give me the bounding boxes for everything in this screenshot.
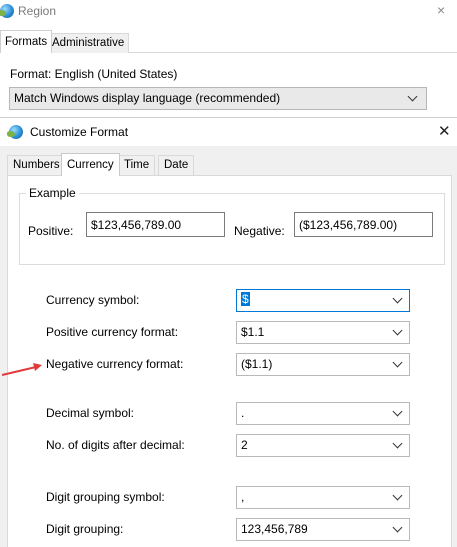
positive-example-value: $123,456,789.00 <box>91 218 182 232</box>
digit-grouping-label: Digit grouping: <box>46 522 124 536</box>
negative-currency-format-value: ($1.1) <box>241 357 273 371</box>
positive-currency-format-select[interactable]: $1.1 <box>236 321 410 344</box>
example-legend: Example <box>26 186 79 200</box>
region-window: Region × Formats Administrative Format: … <box>0 0 457 120</box>
chevron-down-icon <box>392 438 403 449</box>
annotation-arrow-icon <box>1 363 42 376</box>
chevron-down-icon <box>392 325 403 336</box>
currency-symbol-value: $ <box>241 292 250 306</box>
decimal-symbol-label: Decimal symbol: <box>46 406 135 420</box>
positive-label: Positive: <box>28 224 74 238</box>
chevron-down-icon <box>392 293 403 304</box>
chevron-down-icon <box>407 91 418 102</box>
region-close-button[interactable]: × <box>437 2 445 18</box>
positive-currency-format-value: $1.1 <box>241 325 265 339</box>
digit-grouping-symbol-value: , <box>241 490 245 504</box>
negative-currency-format-label: Negative currency format: <box>46 357 184 371</box>
currency-tab-panel: Example Positive: $123,456,789.00 Negati… <box>7 175 452 547</box>
chevron-down-icon <box>392 490 403 501</box>
close-button[interactable]: ✕ <box>438 122 451 140</box>
decimal-symbol-select[interactable]: . <box>236 402 410 425</box>
currency-symbol-label: Currency symbol: <box>46 293 140 307</box>
chevron-down-icon <box>392 406 403 417</box>
tab-numbers[interactable]: Numbers <box>7 155 66 175</box>
tab-date[interactable]: Date <box>158 155 195 175</box>
customize-format-dialog: Customize Format ✕ Numbers Currency Time… <box>0 117 457 547</box>
digit-grouping-value: 123,456,789 <box>241 522 308 536</box>
digits-after-decimal-value: 2 <box>241 438 248 452</box>
chevron-down-icon <box>392 522 403 533</box>
currency-symbol-select[interactable]: $ <box>236 289 410 312</box>
example-groupbox: Example Positive: $123,456,789.00 Negati… <box>19 186 445 265</box>
decimal-symbol-value: . <box>241 406 245 420</box>
positive-currency-format-label: Positive currency format: <box>46 325 179 339</box>
tab-time[interactable]: Time <box>118 155 156 175</box>
tab-formats[interactable]: Formats <box>0 30 53 53</box>
language-select[interactable]: Match Windows display language (recommen… <box>9 87 427 110</box>
digits-after-decimal-label: No. of digits after decimal: <box>46 438 185 452</box>
positive-example-field: $123,456,789.00 <box>86 212 225 237</box>
negative-example-field: ($123,456,789.00) <box>294 212 433 237</box>
region-titlebar: Region × <box>0 0 457 24</box>
tab-administrative[interactable]: Administrative <box>47 33 130 53</box>
digit-grouping-symbol-label: Digit grouping symbol: <box>46 490 165 504</box>
language-select-value: Match Windows display language (recommen… <box>14 91 281 105</box>
negative-currency-format-select[interactable]: ($1.1) <box>236 353 410 376</box>
tab-currency[interactable]: Currency <box>61 153 120 176</box>
digit-grouping-select[interactable]: 123,456,789 <box>236 518 410 541</box>
digit-grouping-symbol-select[interactable]: , <box>236 486 410 509</box>
chevron-down-icon <box>392 357 403 368</box>
negative-label: Negative: <box>234 224 285 238</box>
customize-titlebar: Customize Format ✕ <box>0 118 457 146</box>
negative-example-value: ($123,456,789.00) <box>299 218 398 232</box>
digits-after-decimal-select[interactable]: 2 <box>236 434 410 457</box>
